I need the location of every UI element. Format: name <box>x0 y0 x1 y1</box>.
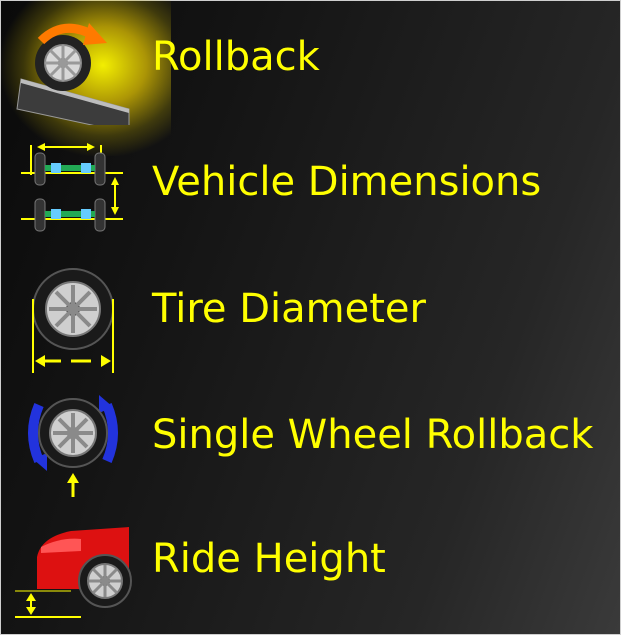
menu-item-label: Tire Diameter <box>152 286 426 332</box>
menu-item-tire-diameter[interactable]: Tire Diameter <box>1 249 621 373</box>
single-wheel-rollback-icon <box>11 373 133 497</box>
menu-item-label: Rollback <box>152 34 320 80</box>
measurement-menu: Rollback Vehicle Dimensions Tire Diamete… <box>0 0 621 635</box>
menu-item-rollback[interactable]: Rollback <box>1 0 621 156</box>
menu-item-label: Ride Height <box>152 536 386 582</box>
menu-item-label: Single Wheel Rollback <box>152 412 594 458</box>
menu-item-ride-height[interactable]: Ride Height <box>1 497 621 621</box>
tire-diameter-icon <box>11 249 133 373</box>
menu-item-vehicle-dimensions[interactable]: Vehicle Dimensions <box>1 125 621 249</box>
menu-item-label: Vehicle Dimensions <box>152 159 542 205</box>
rollback-icon <box>11 1 133 125</box>
ride-height-icon <box>11 497 133 621</box>
menu-item-single-wheel-rollback[interactable]: Single Wheel Rollback <box>1 373 621 497</box>
vehicle-dimensions-icon <box>11 125 133 249</box>
